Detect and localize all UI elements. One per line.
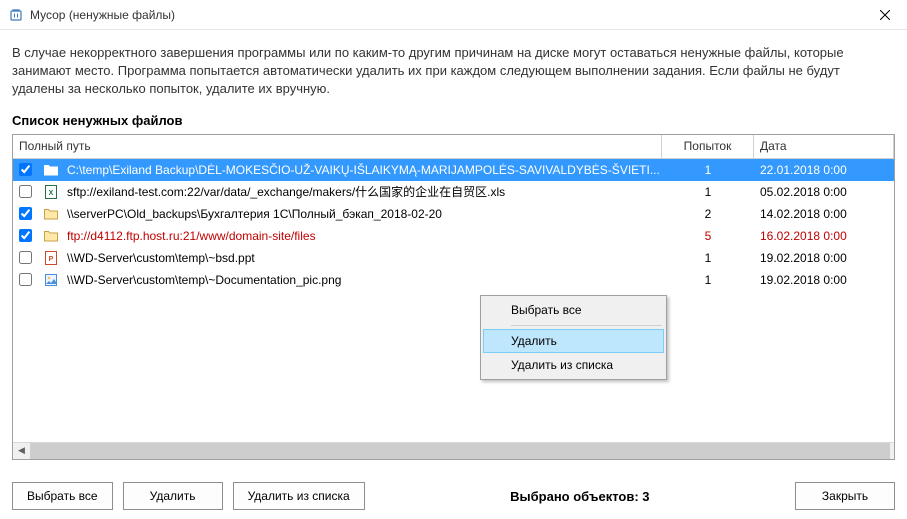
row-attempts: 1	[662, 159, 754, 181]
xls-icon: X	[41, 181, 61, 203]
row-checkbox[interactable]	[19, 207, 32, 220]
row-checkbox[interactable]	[19, 163, 32, 176]
row-path: \\WD-Server\custom\temp\~bsd.ppt	[61, 247, 662, 269]
menu-remove-from-list[interactable]: Удалить из списка	[483, 353, 664, 377]
table-row[interactable]: \\WD-Server\custom\temp\~Documentation_p…	[13, 269, 894, 291]
close-icon[interactable]	[862, 0, 907, 30]
close-button[interactable]: Закрыть	[795, 482, 895, 510]
folder-icon	[41, 159, 61, 181]
row-attempts: 5	[662, 225, 754, 247]
content-area: В случае некорректного завершения програ…	[0, 30, 907, 460]
svg-text:X: X	[49, 190, 54, 197]
row-date: 19.02.2018 0:00	[754, 247, 894, 269]
remove-from-list-button[interactable]: Удалить из списка	[233, 482, 365, 510]
row-checkbox-cell	[13, 159, 41, 181]
table-body: C:\temp\Exiland Backup\DĖL-MOKESČIO-UŽ-V…	[13, 159, 894, 291]
menu-separator	[511, 325, 662, 326]
column-header-path[interactable]: Полный путь	[13, 135, 662, 158]
row-checkbox[interactable]	[19, 273, 32, 286]
table-row[interactable]: ftp://d4112.ftp.host.ru:21/www/domain-si…	[13, 225, 894, 247]
scroll-thumb[interactable]	[30, 443, 890, 459]
table-row[interactable]: Xsftp://exiland-test.com:22/var/data/_ex…	[13, 181, 894, 203]
row-checkbox-cell	[13, 181, 41, 203]
table-row[interactable]: \\serverPC\Old_backups\Бухгалтерия 1С\По…	[13, 203, 894, 225]
window-title: Мусор (ненужные файлы)	[30, 8, 862, 22]
row-date: 22.01.2018 0:00	[754, 159, 894, 181]
file-table: Полный путь Попыток Дата C:\temp\Exiland…	[12, 134, 895, 460]
delete-button[interactable]: Удалить	[123, 482, 223, 510]
row-checkbox[interactable]	[19, 229, 32, 242]
select-all-button[interactable]: Выбрать все	[12, 482, 113, 510]
selected-count: Выбрано объектов: 3	[375, 489, 785, 504]
list-heading: Список ненужных файлов	[12, 113, 895, 128]
window-icon	[8, 7, 24, 23]
row-path: \\WD-Server\custom\temp\~Documentation_p…	[61, 269, 662, 291]
row-checkbox-cell	[13, 269, 41, 291]
svg-text:P: P	[49, 256, 54, 263]
titlebar: Мусор (ненужные файлы)	[0, 0, 907, 30]
row-path: sftp://exiland-test.com:22/var/data/_exc…	[61, 181, 662, 203]
horizontal-scrollbar[interactable]: ◀ ▶	[13, 442, 894, 459]
row-date: 05.02.2018 0:00	[754, 181, 894, 203]
column-header-date[interactable]: Дата	[754, 135, 894, 158]
row-date: 19.02.2018 0:00	[754, 269, 894, 291]
table-row[interactable]: P \\WD-Server\custom\temp\~bsd.ppt119.02.…	[13, 247, 894, 269]
row-checkbox-cell	[13, 203, 41, 225]
menu-select-all[interactable]: Выбрать все	[483, 298, 664, 322]
column-header-attempts[interactable]: Попыток	[662, 135, 754, 158]
row-attempts: 1	[662, 247, 754, 269]
scroll-track[interactable]	[30, 443, 877, 459]
row-checkbox-cell	[13, 225, 41, 247]
row-checkbox-cell	[13, 247, 41, 269]
row-attempts: 1	[662, 181, 754, 203]
folder-icon	[41, 203, 61, 225]
row-checkbox[interactable]	[19, 185, 32, 198]
row-path: ftp://d4112.ftp.host.ru:21/www/domain-si…	[61, 225, 662, 247]
png-icon	[41, 269, 61, 291]
table-header: Полный путь Попыток Дата	[13, 135, 894, 159]
ppt-icon: P	[41, 247, 61, 269]
row-attempts: 2	[662, 203, 754, 225]
row-date: 16.02.2018 0:00	[754, 225, 894, 247]
description-text: В случае некорректного завершения програ…	[12, 44, 895, 99]
folder-icon	[41, 225, 61, 247]
scroll-left-button[interactable]: ◀	[13, 443, 30, 459]
menu-delete[interactable]: Удалить	[483, 329, 664, 353]
row-checkbox[interactable]	[19, 251, 32, 264]
row-date: 14.02.2018 0:00	[754, 203, 894, 225]
table-row[interactable]: C:\temp\Exiland Backup\DĖL-MOKESČIO-UŽ-V…	[13, 159, 894, 181]
bottom-bar: Выбрать все Удалить Удалить из списка Вы…	[0, 473, 907, 519]
row-attempts: 1	[662, 269, 754, 291]
context-menu: Выбрать все Удалить Удалить из списка	[480, 295, 667, 380]
row-path: \\serverPC\Old_backups\Бухгалтерия 1С\По…	[61, 203, 662, 225]
row-path: C:\temp\Exiland Backup\DĖL-MOKESČIO-UŽ-V…	[61, 159, 662, 181]
